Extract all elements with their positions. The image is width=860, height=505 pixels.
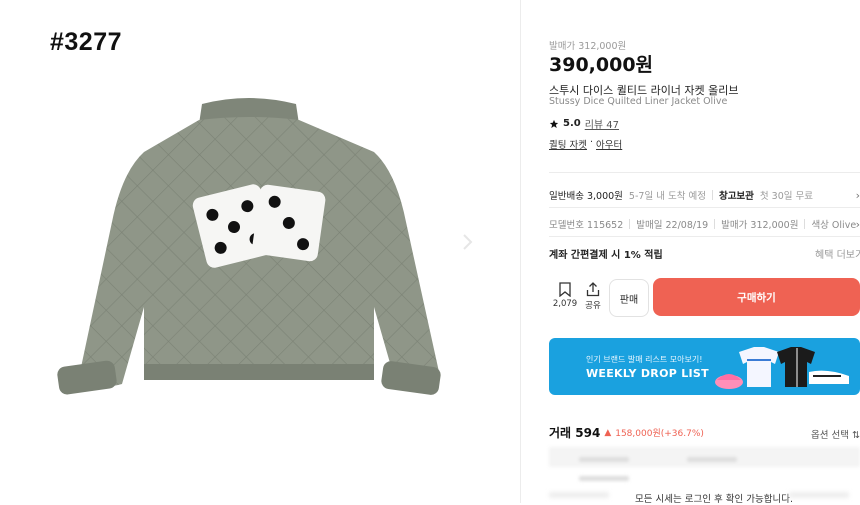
model-number: 모델번호 115652 (549, 220, 624, 231)
category-quilted-jacket[interactable]: 퀼팅 자켓 (549, 137, 587, 151)
banner-subtitle: 인기 브랜드 발매 리스트 모아보기! (586, 355, 703, 364)
product-name-en: Stussy Dice Quilted Liner Jacket Olive (549, 96, 728, 107)
shipping-eta: 5-7일 내 도착 예정 (628, 191, 706, 202)
separator (629, 219, 631, 229)
category-breadcrumb: 퀼팅 자켓 · 아우터 (549, 137, 622, 151)
action-bar: 2,079 공유 판매 구매하기 (549, 278, 860, 318)
option-select[interactable]: 옵션 선택 ⇅ (811, 427, 860, 441)
bookmark-icon (559, 282, 571, 297)
next-image-icon[interactable] (455, 230, 479, 254)
storage-value: 첫 30일 무료 (759, 191, 814, 202)
wish-button[interactable]: 2,079 (551, 282, 579, 309)
product-info-panel: 발매가 312,000원 390,000원 스투시 다이스 퀼티드 라이너 자켓… (549, 0, 860, 505)
rating: 5.0 리뷰 47 (549, 116, 619, 131)
chevron-right-icon[interactable]: › (856, 189, 860, 202)
option-select-label: 옵션 선택 (811, 430, 849, 441)
shipping-row[interactable]: 일반배송 3,000원 5-7일 내 도착 예정 창고보관 첫 30일 무료 › (549, 188, 860, 203)
storage-label: 창고보관 (718, 191, 754, 202)
share-label: 공유 (585, 301, 601, 311)
price-change: 158,000원(+36.7%) (615, 429, 704, 439)
blurred-row (549, 492, 609, 498)
sort-icon: ⇅ (852, 430, 860, 441)
release-date: 발매일 22/08/19 (636, 220, 709, 231)
trade-summary: 거래 594 ▲ 158,000원(+36.7%) (549, 424, 704, 441)
trade-count: 거래 594 (549, 426, 601, 440)
jacket-image (57, 98, 441, 395)
review-link[interactable]: 리뷰 47 (585, 116, 619, 131)
wish-count: 2,079 (552, 299, 578, 309)
star-icon (549, 119, 559, 128)
share-icon (586, 282, 600, 297)
shipping-label: 일반배송 3,000원 (549, 191, 623, 202)
separator (711, 190, 713, 200)
benefit-text: 계좌 간편결제 시 1% 적립 (549, 250, 663, 261)
separator (804, 219, 806, 229)
share-button[interactable]: 공유 (579, 282, 607, 311)
release-price: 발매가 312,000원 (721, 220, 799, 231)
separator (714, 219, 716, 229)
banner-title: WEEKLY DROP LIST (586, 367, 709, 380)
sell-button[interactable]: 판매 (609, 279, 649, 317)
trade-table-header (549, 447, 860, 481)
category-separator: · (589, 137, 594, 148)
product-info-row[interactable]: 모델번호 115652 발매일 22/08/19 발매가 312,000원 색상… (549, 217, 860, 232)
price-up-icon: ▲ (604, 427, 612, 438)
benefit-more-link[interactable]: 혜택 더보기 (815, 246, 860, 261)
divider (549, 236, 860, 237)
weekly-drop-banner[interactable]: 인기 브랜드 발매 리스트 모아보기! WEEKLY DROP LIST (549, 338, 860, 395)
blurred-row (789, 492, 849, 498)
divider (549, 172, 860, 173)
rating-value: 5.0 (563, 118, 581, 129)
panel-divider (520, 0, 521, 503)
product-image-area: #3277 (0, 0, 520, 503)
overlay-tag: #3277 (50, 28, 123, 56)
color: 색상 Olive (811, 220, 857, 231)
divider (549, 207, 860, 208)
chevron-right-icon[interactable]: › (856, 218, 860, 231)
buy-button[interactable]: 구매하기 (653, 278, 860, 316)
banner-products-image (715, 347, 849, 389)
category-outer[interactable]: 아우터 (596, 137, 622, 151)
current-price: 390,000원 (549, 54, 654, 76)
